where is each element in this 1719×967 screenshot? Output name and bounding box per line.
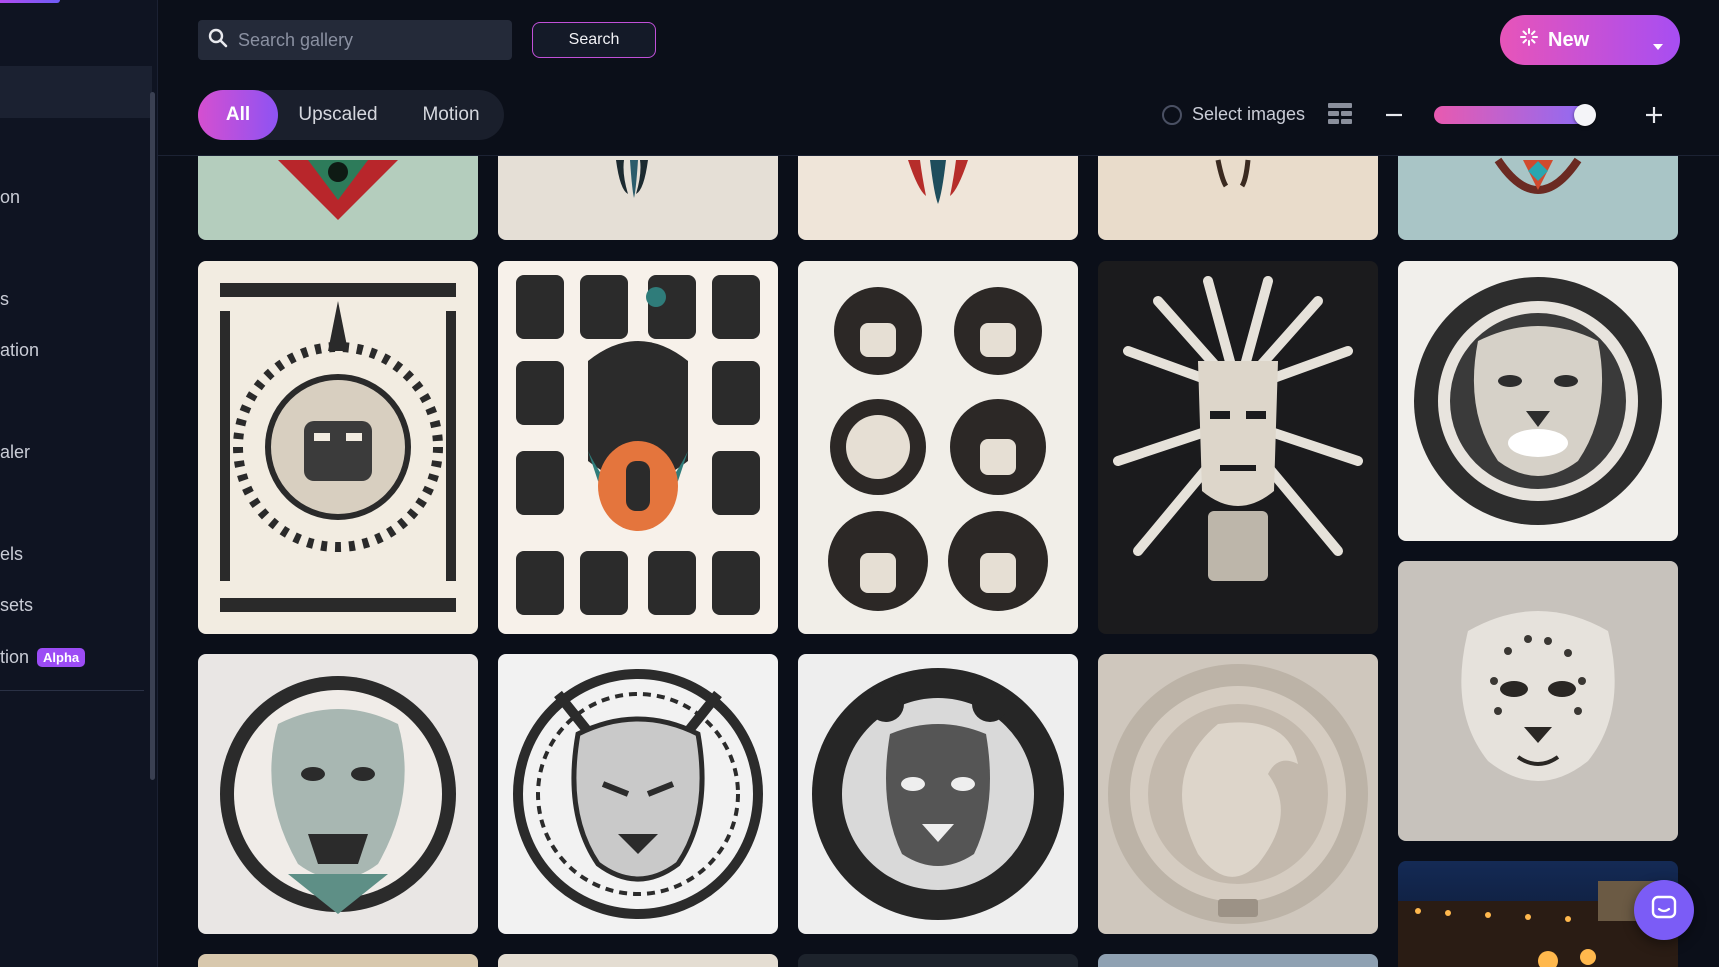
search-icon: [208, 28, 228, 53]
gallery-image[interactable]: [198, 954, 478, 967]
select-images-toggle[interactable]: Select images: [1162, 104, 1305, 125]
filter-tabs: All Upscaled Motion: [198, 90, 504, 140]
search-input[interactable]: [238, 29, 498, 51]
sidebar-item-label: els: [0, 543, 24, 564]
gallery-image[interactable]: [1398, 261, 1678, 541]
gallery-image[interactable]: [498, 654, 778, 934]
sparkle-icon: [1520, 28, 1538, 52]
gallery-image[interactable]: [798, 954, 1078, 967]
gallery-image[interactable]: [198, 261, 478, 634]
sidebar-item[interactable]: tion Alpha: [0, 645, 86, 669]
sidebar-item[interactable]: aler: [0, 440, 30, 464]
search-button[interactable]: Search: [532, 22, 656, 58]
sidebar-divider: [0, 690, 144, 691]
chevron-down-icon[interactable]: [1652, 34, 1664, 57]
sidebar-item-label: on: [0, 186, 21, 207]
gallery-image[interactable]: [1098, 654, 1378, 934]
sidebar-item-label: ation: [0, 339, 40, 360]
sidebar-item-label: tion: [0, 646, 30, 667]
sidebar-item-label: aler: [0, 441, 31, 462]
tab-motion[interactable]: Motion: [398, 90, 504, 140]
search-box: [198, 20, 512, 60]
select-images-label: Select images: [1192, 104, 1306, 124]
sidebar: on s ation aler els sets tion Alpha: [0, 0, 158, 967]
select-images-radio[interactable]: [1162, 104, 1182, 125]
sidebar-item[interactable]: s: [0, 287, 9, 311]
gallery-image[interactable]: [1398, 561, 1678, 841]
new-button[interactable]: New: [1500, 15, 1680, 65]
sidebar-item-label: s: [0, 288, 9, 309]
tab-all[interactable]: All: [198, 90, 278, 140]
sidebar-item[interactable]: els: [0, 542, 23, 566]
sidebar-scrollbar[interactable]: [150, 92, 155, 780]
chat-icon: [1650, 894, 1678, 927]
sidebar-item[interactable]: sets: [0, 593, 33, 617]
gallery-image[interactable]: [1098, 954, 1378, 967]
zoom-slider[interactable]: [1434, 104, 1596, 126]
top-bar: Search New All Upscaled Motion Select im…: [158, 0, 1719, 156]
sidebar-item[interactable]: on: [0, 185, 20, 209]
grid-layout-icon[interactable]: [1328, 103, 1352, 130]
gallery-image[interactable]: [198, 654, 478, 934]
minus-icon[interactable]: [1384, 103, 1404, 132]
sidebar-item[interactable]: ation: [0, 338, 39, 362]
gallery-image[interactable]: [498, 954, 778, 967]
alpha-badge: Alpha: [37, 647, 86, 667]
tab-upscaled[interactable]: Upscaled: [278, 90, 398, 140]
sidebar-item-active[interactable]: [0, 66, 152, 118]
gallery-image[interactable]: [798, 654, 1078, 934]
zoom-slider-handle[interactable]: [1574, 104, 1596, 126]
plus-icon[interactable]: [1644, 103, 1664, 132]
gallery-image[interactable]: [1098, 261, 1378, 634]
sidebar-accent: [0, 0, 60, 3]
chat-button[interactable]: [1634, 880, 1694, 940]
gallery-image[interactable]: [498, 261, 778, 634]
new-button-label: New: [1548, 28, 1590, 51]
sidebar-item-label: sets: [0, 594, 34, 615]
gallery-image[interactable]: [798, 261, 1078, 634]
app-root: on s ation aler els sets tion Alpha Sear…: [0, 0, 1719, 967]
